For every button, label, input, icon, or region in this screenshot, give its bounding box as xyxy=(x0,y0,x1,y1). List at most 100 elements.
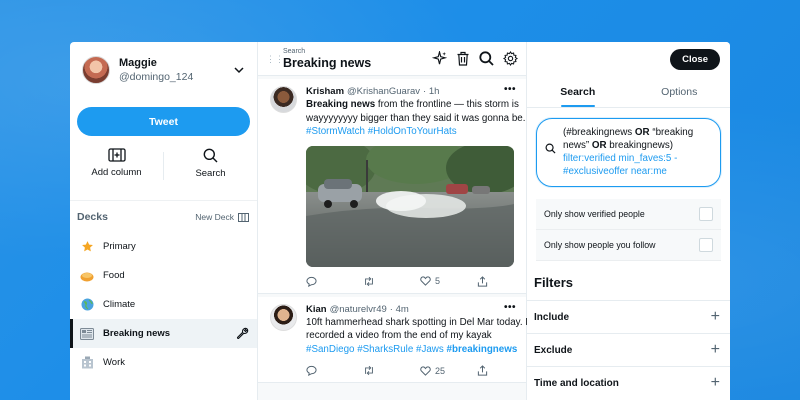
search-column: ⋮⋮ Search Breaking news Krisham @Krishan… xyxy=(258,42,528,400)
query-text: (#breakingnews xyxy=(563,127,635,138)
heart-icon xyxy=(420,276,431,286)
like-count: 25 xyxy=(435,365,446,376)
retweet-button[interactable] xyxy=(363,276,420,287)
filter-label: Include xyxy=(534,311,570,323)
tweet-author-handle: @naturelvr49 xyxy=(329,303,387,315)
filter-include[interactable]: Include + xyxy=(527,300,730,333)
tweet[interactable]: Kian @naturelvr49 · 4m ••• 10ft hammerhe… xyxy=(258,296,528,383)
query-operator: OR xyxy=(591,140,607,151)
plus-icon[interactable]: + xyxy=(711,308,720,326)
tweet-author-name[interactable]: Kian xyxy=(306,304,327,315)
column-subtitle: Search xyxy=(283,47,306,55)
column-header: ⋮⋮ Search Breaking news xyxy=(258,42,526,76)
account-name: Maggie xyxy=(119,57,157,69)
add-column-label: Add column xyxy=(91,167,142,178)
tweet-text-body: 10ft hammerhead shark spotting in Del Ma… xyxy=(306,316,528,342)
globe-icon xyxy=(80,298,94,312)
avatar[interactable] xyxy=(270,303,297,331)
more-icon[interactable]: ••• xyxy=(504,302,516,313)
share-button[interactable] xyxy=(477,275,534,287)
tweet-hashtags[interactable]: #StormWatch #HoldOnToYourHats xyxy=(306,126,457,137)
tweet-photo[interactable] xyxy=(306,145,514,267)
search-icon xyxy=(203,148,218,163)
deck-label: Primary xyxy=(103,241,136,252)
option-label: Only show people you follow xyxy=(544,240,656,250)
filter-label: Exclude xyxy=(534,344,573,356)
share-button[interactable] xyxy=(477,365,534,376)
tweet-time: · 4m xyxy=(389,303,409,315)
drag-handle-icon[interactable]: ⋮⋮ xyxy=(266,54,284,63)
sidebar: Maggie @domingo_124 Tweet Add column Sea… xyxy=(70,42,258,400)
star-icon xyxy=(80,240,94,254)
deck-item-breaking-news[interactable]: Breaking news xyxy=(70,319,257,348)
search-icon[interactable] xyxy=(479,51,494,66)
tweet-text-bold: Breaking news xyxy=(306,99,376,110)
deck-item-primary[interactable]: Primary xyxy=(70,232,257,261)
deck-item-work[interactable]: Work xyxy=(70,348,257,377)
share-icon xyxy=(477,365,488,376)
avatar xyxy=(82,56,110,84)
deck-label: Breaking news xyxy=(103,328,171,339)
like-count: 5 xyxy=(435,276,441,286)
tweet-text: Breaking news from the frontline — this … xyxy=(306,98,534,139)
like-button[interactable]: 25 xyxy=(420,366,477,376)
trash-icon[interactable] xyxy=(456,51,470,66)
retweet-icon xyxy=(365,365,373,376)
tweet-hashtag-bold[interactable]: #breakingnews xyxy=(447,344,518,355)
filter-exclude[interactable]: Exclude + xyxy=(527,333,730,366)
more-icon[interactable]: ••• xyxy=(504,84,516,95)
search-label: Search xyxy=(195,168,226,179)
tweet[interactable]: Krisham @KrishanGuarav · 1h ••• Breaking… xyxy=(258,79,526,294)
retweet-button[interactable] xyxy=(363,365,420,376)
add-column-button[interactable]: Add column xyxy=(70,148,163,184)
new-deck-label: New Deck xyxy=(195,212,234,222)
heart-icon xyxy=(420,365,431,376)
deck-icon xyxy=(238,212,249,222)
query-operator: OR xyxy=(634,127,650,138)
tweetdeck-window: Maggie @domingo_124 Tweet Add column Sea… xyxy=(70,42,730,400)
reply-icon xyxy=(306,276,317,287)
tweet-hashtags[interactable]: #SanDiego #SharksRule #Jaws xyxy=(306,344,444,355)
tweet-button[interactable]: Tweet xyxy=(77,107,250,136)
tweet-time: · 1h xyxy=(423,86,440,97)
gear-icon[interactable] xyxy=(503,51,518,66)
option-label: Only show verified people xyxy=(544,209,645,219)
reply-icon xyxy=(306,365,317,376)
following-checkbox[interactable] xyxy=(699,238,713,252)
close-button[interactable]: Close xyxy=(670,48,720,70)
new-deck-button[interactable]: New Deck xyxy=(195,212,249,222)
search-button[interactable]: Search xyxy=(164,148,257,184)
add-column-icon xyxy=(107,148,126,162)
query-text: breakingnews) xyxy=(606,140,673,151)
deck-item-food[interactable]: Food xyxy=(70,261,257,290)
deck-label: Food xyxy=(103,270,125,281)
search-query-input[interactable]: (#breakingnews OR “breaking news” OR bre… xyxy=(536,118,721,187)
reply-button[interactable] xyxy=(306,365,363,376)
tab-options[interactable]: Options xyxy=(629,76,731,107)
option-following[interactable]: Only show people you follow xyxy=(536,230,721,261)
avatar[interactable] xyxy=(270,86,297,113)
query-filters: filter:verified min_faves:5 -#exclusiveo… xyxy=(563,153,678,177)
newspaper-icon xyxy=(80,327,94,341)
like-button[interactable]: 5 xyxy=(420,276,477,286)
deck-item-climate[interactable]: Climate xyxy=(70,290,257,319)
plus-icon[interactable]: + xyxy=(711,374,720,392)
option-verified[interactable]: Only show verified people xyxy=(536,199,721,230)
tweet-author-name[interactable]: Krisham xyxy=(306,86,344,97)
column-title: Breaking news xyxy=(283,55,372,70)
sparkle-icon[interactable] xyxy=(432,51,447,66)
verified-checkbox[interactable] xyxy=(699,207,713,221)
wrench-icon[interactable] xyxy=(236,327,249,340)
retweet-icon xyxy=(365,276,373,286)
tweet-author-handle: @KrishanGuarav xyxy=(347,86,421,97)
account-switcher[interactable]: Maggie @domingo_124 xyxy=(70,42,257,96)
plus-icon[interactable]: + xyxy=(711,341,720,359)
building-icon xyxy=(80,356,94,370)
filter-time-location[interactable]: Time and location + xyxy=(527,366,730,399)
chevron-down-icon[interactable] xyxy=(233,64,245,76)
tweet-text: 10ft hammerhead shark spotting in Del Ma… xyxy=(306,316,534,357)
reply-button[interactable] xyxy=(306,276,363,287)
tab-search[interactable]: Search xyxy=(527,76,629,107)
search-icon xyxy=(545,143,556,154)
filter-label: Time and location xyxy=(534,377,619,389)
